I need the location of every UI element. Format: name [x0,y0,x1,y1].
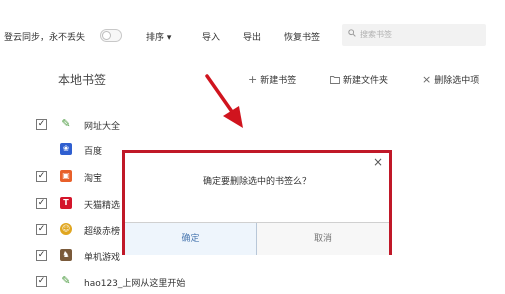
bookmark-checkbox[interactable]: ✓ [36,250,47,261]
new-bookmark-button[interactable]: + 新建书签 [248,73,296,86]
bookmark-checkbox[interactable]: ✓ [36,171,47,182]
bookmark-checkbox[interactable]: ✓ [36,119,47,130]
confirm-button[interactable]: 确定 [125,223,257,255]
new-folder-button[interactable]: 新建文件夹 [330,73,388,86]
sync-toggle-knob [102,31,111,40]
tmall-icon: T [60,197,72,209]
pen-icon: ✎ [60,117,72,130]
dialog-close-button[interactable]: × [373,155,383,169]
red-arrow-annotation [205,74,243,128]
cancel-button[interactable]: 取消 [257,223,389,255]
toolbar: 登云同步，永不丢失 排序 ▾ 导入 导出 恢复书签 [0,22,505,50]
smile-icon: ☺ [60,223,72,235]
new-bookmark-label: 新建书签 [260,76,297,86]
bookmark-checkbox[interactable]: ✓ [36,276,47,287]
hao123-icon: ✎ [60,274,72,287]
sync-label: 登云同步，永不丢失 [4,33,86,43]
dialog-button-bar: 确定 取消 [125,222,389,255]
list-item[interactable]: ✓ ✎ hao123_上网从这里开始 [0,272,505,294]
search-box[interactable] [342,24,486,46]
search-input[interactable] [360,27,480,42]
folder-icon [330,76,340,84]
bookmark-label: 百度 [84,147,103,157]
close-icon: × [422,73,432,86]
delete-selected-label: 删除选中项 [434,76,480,86]
sort-label: 排序 [146,33,165,43]
game-icon: ♞ [60,249,72,261]
bookmark-label: hao123_上网从这里开始 [84,279,186,289]
paw-icon: ❀ [60,143,72,155]
bookmark-checkbox[interactable]: ✓ [36,224,47,235]
search-icon [348,29,356,37]
dialog-message: 确定要删除选中的书签么？ [202,177,311,187]
restore-bookmarks-button[interactable]: 恢复书签 [284,30,320,43]
bookmark-label: 单机游戏 [84,253,121,263]
taobao-icon: ▣ [60,170,72,182]
sort-button[interactable]: 排序 ▾ [146,30,171,43]
chevron-down-icon: ▾ [166,33,172,43]
export-button[interactable]: 导出 [243,30,261,43]
delete-selected-button[interactable]: × 删除选中项 [422,73,479,86]
import-button[interactable]: 导入 [202,30,220,43]
sync-toggle[interactable] [100,29,122,42]
section-title: 本地书签 [58,73,107,87]
confirm-delete-dialog: × 确定要删除选中的书签么？ 确定 取消 [122,150,392,255]
bookmark-checkbox[interactable]: ✓ [36,198,47,209]
bookmark-label: 淘宝 [84,174,103,184]
bookmark-label: 超级赤榜 [84,227,121,237]
bookmark-label: 网址大全 [84,122,121,132]
bookmark-label: 天猫精选 [84,201,121,211]
new-folder-label: 新建文件夹 [343,76,389,86]
